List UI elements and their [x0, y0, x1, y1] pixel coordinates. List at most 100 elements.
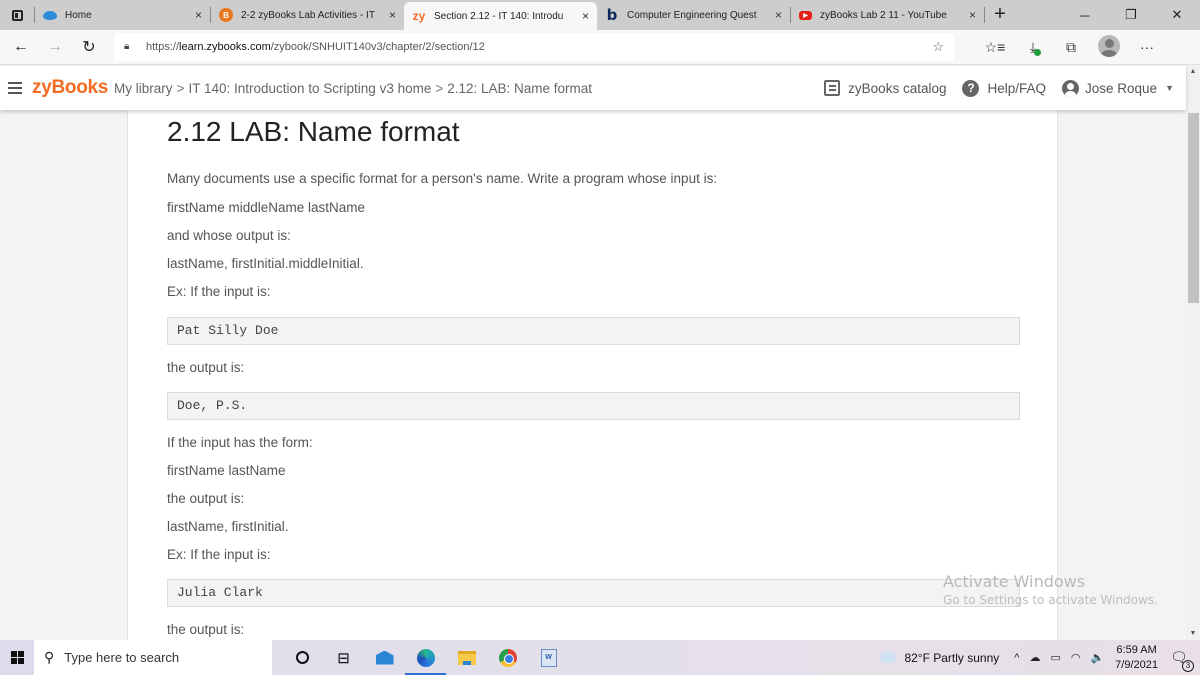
search-icon: ⚲	[44, 649, 55, 665]
bing-icon: b	[606, 6, 618, 24]
page-title: 2.12 LAB: Name format	[167, 116, 460, 147]
vertical-scrollbar[interactable]: ▲ ▼	[1186, 66, 1200, 640]
edge-app-button[interactable]	[405, 640, 446, 675]
close-tab-icon[interactable]: ×	[389, 8, 396, 22]
paragraph: Ex: If the input is:	[167, 284, 271, 299]
help-faq-link[interactable]: ? Help/FAQ	[962, 79, 1046, 97]
back-button[interactable]: ←	[4, 38, 38, 56]
help-icon: ?	[962, 79, 980, 97]
breadcrumb-separator: >	[435, 80, 444, 96]
youtube-icon: ▶	[799, 10, 812, 20]
paragraph: lastName, firstInitial.middleInitial.	[167, 256, 364, 271]
downloads-icon[interactable]: ⤓	[1014, 39, 1052, 56]
clock[interactable]: 6:59 AM 7/9/2021	[1115, 643, 1158, 673]
taskbar-search-box[interactable]: ⚲ Type here to search	[34, 640, 272, 675]
breadcrumb-course-home[interactable]: IT 140: Introduction to Scripting v3 hom…	[188, 81, 431, 96]
word-app-button[interactable]: W	[528, 640, 569, 675]
task-view-button[interactable]: ⊟	[323, 640, 364, 675]
window-controls: ─ ❐ ✕	[1062, 0, 1200, 30]
paragraph: the output is:	[167, 491, 245, 506]
paragraph: and whose output is:	[167, 228, 291, 243]
mail-app-button[interactable]	[364, 640, 405, 675]
mail-icon	[375, 650, 394, 665]
scrollbar-thumb[interactable]	[1188, 113, 1199, 303]
weather-partly-sunny-icon	[880, 647, 897, 663]
breadcrumb-my-library[interactable]: My library	[114, 81, 173, 96]
start-button[interactable]	[0, 640, 34, 675]
favorites-icon[interactable]: ☆≡	[976, 39, 1014, 56]
tab-zybooks-lab-activities[interactable]: B 2-2 zyBooks Lab Activities - IT ×	[211, 0, 404, 30]
breadcrumb-current-section: 2.12: LAB: Name format	[447, 80, 593, 96]
battery-icon[interactable]: ▭	[1050, 651, 1060, 664]
paragraph: If the input has the form:	[167, 435, 313, 450]
clock-date: 7/9/2021	[1115, 658, 1158, 671]
collections-icon[interactable]: ⧉	[1052, 39, 1090, 56]
word-icon: W	[540, 648, 557, 667]
show-hidden-icons-chevron[interactable]: ^	[1014, 652, 1019, 664]
breadcrumb-separator: >	[176, 80, 185, 96]
forward-button[interactable]: →	[38, 38, 72, 56]
tab-title: zyBooks Lab 2 11 - YouTube	[820, 9, 947, 21]
code-block: Pat Silly Doe	[167, 317, 1020, 345]
url-host: learn.zybooks.com	[179, 41, 271, 53]
tab-title: Computer Engineering Quest	[627, 9, 757, 21]
url-scheme: https://	[146, 41, 180, 53]
volume-icon[interactable]: 🔈	[1090, 651, 1104, 664]
minimize-button[interactable]: ─	[1062, 0, 1108, 30]
onedrive-error-icon[interactable]: ☁	[1029, 651, 1040, 664]
tab-section-2-12[interactable]: zy Section 2.12 - IT 140: Introdu ×	[404, 2, 597, 30]
restore-button[interactable]: ❐	[1108, 0, 1154, 30]
close-tab-icon[interactable]: ×	[195, 8, 202, 22]
paragraph: the output is:	[167, 360, 245, 375]
scroll-up-arrow[interactable]: ▲	[1186, 66, 1200, 78]
notification-count-badge: 3	[1182, 660, 1194, 672]
catalog-icon	[824, 80, 841, 96]
action-center-button[interactable]: 🗨 3	[1170, 649, 1194, 672]
close-window-button[interactable]: ✕	[1154, 0, 1200, 30]
paragraph: Ex: If the input is:	[167, 547, 271, 562]
user-menu[interactable]: Jose Roque ▼	[1062, 79, 1174, 97]
paragraph: firstName middleName lastName	[167, 200, 366, 215]
tab-computer-engineering[interactable]: b Computer Engineering Quest ×	[597, 0, 790, 30]
paragraph: lastName, firstInitial.	[167, 519, 289, 534]
user-name: Jose Roque	[1085, 80, 1158, 96]
zybooks-logo[interactable]: zyBooks	[32, 77, 108, 99]
brightspace-icon: B	[219, 8, 233, 22]
wifi-icon[interactable]: ◠	[1071, 651, 1081, 664]
cortana-button[interactable]	[282, 640, 323, 675]
edge-icon	[416, 648, 435, 667]
code-block: Julia Clark	[167, 579, 1020, 607]
chrome-app-button[interactable]	[487, 640, 528, 675]
catalog-label: zyBooks catalog	[848, 80, 947, 96]
url-path: /zybook/SNHUIT140v3/chapter/2/section/12	[270, 41, 485, 53]
lock-icon[interactable]: 🔒︎	[124, 41, 134, 53]
menu-icon[interactable]	[8, 82, 22, 94]
tab-home[interactable]: Home ×	[35, 0, 210, 30]
close-tab-icon[interactable]: ×	[969, 8, 976, 22]
scroll-down-arrow[interactable]: ▼	[1186, 628, 1200, 640]
paragraph: the output is:	[167, 622, 245, 637]
chrome-icon	[498, 648, 517, 667]
new-tab-button[interactable]: +	[985, 0, 1015, 30]
user-icon	[1062, 79, 1080, 97]
tab-actions-button[interactable]	[0, 0, 34, 30]
lab-card: 2.12 LAB: Name format Many documents use…	[127, 110, 1058, 640]
watermark-subtitle: Go to Settings to activate Windows.	[943, 593, 1158, 607]
browser-tab-bar: Home × B 2-2 zyBooks Lab Activities - IT…	[0, 0, 1200, 30]
add-favorite-icon[interactable]: ☆	[932, 39, 944, 55]
weather-widget[interactable]: 82°F Partly sunny	[904, 651, 999, 665]
zybooks-catalog-link[interactable]: zyBooks catalog	[824, 80, 946, 96]
zybooks-icon: zy	[412, 9, 426, 23]
profile-button[interactable]	[1090, 34, 1128, 60]
tab-title: Home	[65, 9, 92, 21]
address-bar[interactable]: 🔒︎ https://learn.zybooks.com/zybook/SNHU…	[114, 33, 954, 61]
close-tab-icon[interactable]: ×	[775, 8, 782, 22]
zybooks-header: zyBooks My library > IT 140: Introductio…	[0, 66, 1186, 110]
close-tab-icon[interactable]: ×	[582, 9, 589, 23]
file-explorer-button[interactable]	[446, 640, 487, 675]
tab-youtube[interactable]: ▶ zyBooks Lab 2 11 - YouTube ×	[791, 0, 984, 30]
watermark-title: Activate Windows	[943, 572, 1086, 591]
tab-actions-icon	[11, 9, 23, 21]
refresh-button[interactable]: ↻	[72, 37, 106, 57]
more-options-icon[interactable]: ···	[1128, 39, 1166, 55]
